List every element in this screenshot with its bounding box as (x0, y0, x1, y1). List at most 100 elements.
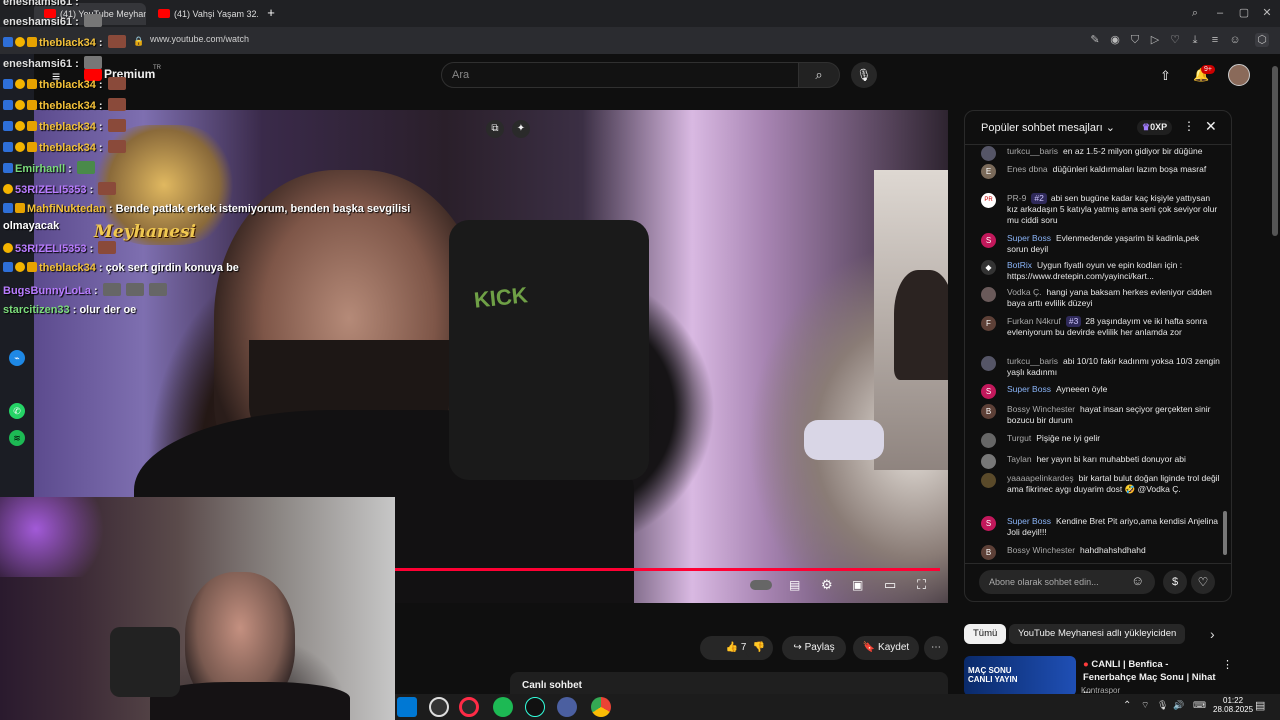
tray-chevron-icon[interactable]: ⌃ (1123, 700, 1131, 711)
super-chat-icon[interactable]: $ (1163, 570, 1187, 594)
webcam-shirt (150, 682, 350, 720)
xp-badge[interactable]: ♛0XP (1137, 120, 1173, 135)
overlay-chat-line: eneshamsi61 : (3, 0, 79, 8)
messenger-icon[interactable]: ⌁ (9, 350, 25, 366)
maximize-icon[interactable]: ▢ (1237, 6, 1251, 20)
emoji-icon[interactable]: ☺ (1131, 573, 1144, 588)
opera-gx-icon[interactable] (459, 697, 479, 717)
chat-input[interactable]: Abone olarak sohbet edin... (979, 570, 1155, 594)
share-icon: ↪ (793, 642, 802, 653)
theater-mode-icon[interactable]: ▭ (884, 577, 896, 593)
whatsapp-icon[interactable]: ✆ (9, 403, 25, 419)
clock-app-icon[interactable] (429, 697, 449, 717)
subtitles-icon[interactable]: ▤ (789, 578, 800, 592)
language-icon[interactable]: ⌨ (1193, 700, 1206, 711)
spotify-icon[interactable]: ≋ (9, 430, 25, 446)
shield-icon[interactable]: ⛉ (1128, 33, 1142, 47)
chevron-right-icon[interactable]: › (1210, 626, 1215, 642)
recommended-thumbnail[interactable]: MAÇ SONU CANLI YAYIN (964, 656, 1076, 696)
game-controller (804, 420, 884, 460)
miniplayer-button-icon[interactable]: ▣ (852, 578, 863, 592)
chip-from-uploader[interactable]: YouTube Meyhanesi adlı yükleyiciden (1009, 624, 1186, 644)
clock[interactable]: 01:22 28.08.2025 (1213, 696, 1253, 714)
menu-icon[interactable]: ≡ (1208, 33, 1222, 47)
search-tabs-icon[interactable]: ⌕ (1188, 6, 1202, 20)
notifications-center-icon[interactable]: ▤ (1255, 699, 1265, 712)
overlay-chat-line: Emirhanll : (3, 161, 95, 175)
heart-icon[interactable]: ♡ (1168, 33, 1182, 47)
overlay-chat-line: theblack34 : (3, 35, 126, 49)
chat-message: F Furkan N4kruf #3 28 yaşındayım ve iki haf… (981, 316, 1221, 338)
chat-message: S Super Boss Kendine Bret Pit ariyo,ama ke… (981, 516, 1221, 538)
live-chat-label: Canlı sohbet (522, 680, 583, 691)
camera-icon[interactable]: ◉ (1108, 33, 1122, 47)
outlook-icon[interactable] (397, 697, 417, 717)
chat-message: B Bossy Winchester hayat insan seçiyor ger… (981, 404, 1221, 426)
notification-badge: 9+ (1201, 65, 1215, 74)
terminal-icon[interactable] (525, 697, 545, 717)
overlay-chat-line: theblack34 : çok sert girdin konuya be (3, 262, 239, 274)
volume-icon[interactable]: 🔊 (1173, 700, 1184, 711)
edit-icon[interactable]: ✎ (1088, 33, 1102, 47)
overlay-chat-line: eneshamsi61 : (3, 56, 102, 70)
play-icon[interactable]: ▷ (1148, 33, 1162, 47)
profile-icon[interactable]: ☺ (1228, 33, 1242, 47)
fullscreen-icon[interactable]: ⛶ (917, 577, 926, 593)
bookmark-icon: 🔖 (862, 642, 876, 653)
more-actions-icon[interactable]: ⋯ (924, 636, 948, 660)
chip-all[interactable]: Tümü (964, 624, 1007, 644)
address-bar: 🔒 www.youtube.com/watch ✎ ◉ ⛉ ▷ ♡ ⤓ ≡ ☺ … (0, 27, 1280, 54)
chevron-down-icon: ⌄ (1105, 122, 1115, 134)
chat-message: Taylan her yayın bi karı muhabbeti donuyo… (981, 454, 1221, 469)
dislike-button[interactable]: 👎 (745, 636, 773, 660)
save-button[interactable]: 🔖 Kaydet (853, 636, 919, 660)
minimize-icon[interactable]: – (1213, 6, 1227, 20)
miniplayer-icon[interactable]: ⧉ (486, 120, 504, 138)
tab-vahsi-yasam[interactable]: (41) Vahşi Yaşam 32. Bölüm (148, 3, 258, 25)
chat-mode-dropdown[interactable]: Popüler sohbet mesajları ⌄ (981, 121, 1115, 134)
overlay-chat-line: theblack34 : (3, 119, 126, 133)
url-field[interactable]: www.youtube.com/watch (150, 34, 249, 44)
chat-message: Vodka Ç. hangi yana baksam herkes evleniy… (981, 287, 1221, 309)
settings-gear-icon[interactable]: ⚙ (821, 577, 833, 593)
heart-react-icon[interactable]: ♡ (1191, 570, 1215, 594)
share-button[interactable]: ↪ Paylaş (782, 636, 846, 660)
os-taskbar: ⌃ ⌔ 🎙 🔊 ⌨ 01:22 28.08.2025 ▤ (395, 694, 1280, 720)
live-dot-icon: ● (1083, 659, 1089, 670)
overlay-chat-line: 53RIZELI5353 : (3, 241, 117, 255)
more-options-icon[interactable]: ⋮ (1183, 119, 1195, 133)
download-icon[interactable]: ⤓ (1188, 33, 1202, 47)
thumbs-up-icon: 👍 (725, 642, 739, 653)
chat-header: Popüler sohbet mesajları ⌄ ♛0XP ⋮ ✕ (965, 111, 1231, 145)
voice-search-mic-icon[interactable]: 🎙 (851, 62, 877, 88)
wifi-icon[interactable]: ⌔ (1141, 700, 1149, 711)
video-progress-bar[interactable] (395, 568, 940, 571)
youtube-favicon-icon (158, 9, 170, 18)
new-tab-plus-icon[interactable]: + (264, 6, 278, 20)
portrait-figure (894, 270, 948, 380)
chat-scrollbar[interactable] (1223, 511, 1227, 555)
divider (965, 563, 1231, 564)
close-window-icon[interactable]: ✕ (1260, 6, 1274, 20)
chrome-icon[interactable] (591, 697, 611, 717)
close-chat-icon[interactable]: ✕ (1205, 118, 1217, 135)
overlay-chat-line: theblack34 : (3, 140, 126, 154)
mic-tray-icon[interactable]: 🎙 (1157, 700, 1168, 711)
overlay-chat-line: starcitizen33 : olur der oe (3, 304, 137, 316)
gaming-chair (449, 220, 649, 480)
search-input[interactable]: Ara (441, 62, 799, 88)
upload-icon[interactable]: ⇧ (1160, 68, 1171, 84)
autoplay-toggle[interactable] (750, 580, 772, 590)
sparkle-icon[interactable]: ✦ (512, 120, 530, 138)
overlay-chat-line: BugsBunnyLoLa : (3, 283, 167, 297)
page-scrollbar[interactable] (1272, 66, 1278, 236)
recommended-more-icon[interactable]: ⋮ (1222, 658, 1233, 671)
lock-icon: 🔒 (133, 36, 145, 46)
account-avatar[interactable] (1228, 64, 1250, 86)
app-icon[interactable] (557, 697, 577, 717)
spotify-taskbar-icon[interactable] (493, 697, 513, 717)
chat-message: S Super Boss Ayneeen öyle (981, 384, 1221, 399)
search-button[interactable]: ⌕ (798, 62, 840, 88)
chat-message: B Bossy Winchester hahdhahshdhahd (981, 545, 1221, 560)
extension-icon[interactable]: ⬡ (1255, 33, 1269, 47)
